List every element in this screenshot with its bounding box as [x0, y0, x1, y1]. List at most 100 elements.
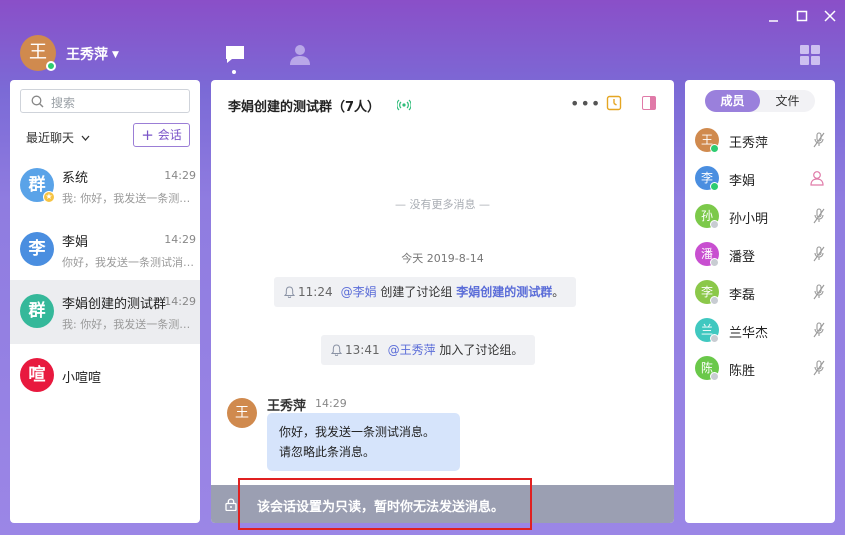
system-message-action: 加入了讨论组。: [435, 343, 524, 357]
online-status-dot: [710, 182, 719, 191]
chat-list-item[interactable]: 李 李娟 14:29 你好，我发送一条测试消息。请忽略此条消息。: [10, 218, 200, 282]
active-tab-indicator: [232, 70, 236, 74]
star-icon: ★: [43, 191, 55, 203]
no-more-messages: — 没有更多消息 —: [395, 198, 490, 211]
member-item[interactable]: 王王秀萍: [685, 122, 835, 160]
chat-avatar: 喧: [20, 358, 54, 392]
chat-avatar: 群: [20, 294, 54, 328]
recent-chats-label: 最近聊天: [26, 131, 75, 145]
lock-icon: [225, 498, 237, 511]
member-name: 李娟: [729, 174, 756, 189]
owner-icon[interactable]: [809, 170, 825, 186]
bell-icon: [284, 286, 295, 298]
close-icon[interactable]: [822, 8, 838, 24]
members-panel: 成员 文件 王王秀萍李李娟孙孙小明潘潘登李李磊兰兰华杰陈陈胜: [685, 80, 835, 523]
mic-muted-icon[interactable]: [813, 322, 825, 338]
message-line: 你好，我发送一条测试消息。: [279, 425, 436, 439]
chat-list-item-active[interactable]: 群 李娟创建的测试群 14:29 我: 你好，我发送一条测试消息。: [10, 280, 200, 344]
system-message-end: 。: [552, 285, 565, 299]
member-name: 陈胜: [729, 364, 756, 379]
message-sender: 王秀萍: [267, 399, 307, 414]
search-input[interactable]: 搜索: [20, 89, 190, 113]
history-icon[interactable]: [606, 95, 622, 111]
member-item[interactable]: 陈陈胜: [685, 350, 835, 388]
chat-name: 李娟创建的测试群: [62, 297, 166, 312]
recent-chats-filter[interactable]: 最近聊天: [26, 129, 90, 146]
member-item[interactable]: 兰兰华杰: [685, 312, 835, 350]
online-status-dot: [710, 144, 719, 153]
more-options-icon[interactable]: •••: [570, 94, 601, 113]
mic-muted-icon[interactable]: [813, 360, 825, 376]
system-message: 11:24 @李娟 创建了讨论组 李娟创建的测试群。: [274, 277, 577, 307]
date-divider: 今天 2019-8-14: [401, 252, 484, 265]
member-item[interactable]: 李李磊: [685, 274, 835, 312]
mention-link[interactable]: @李娟: [341, 285, 377, 299]
grid-icon[interactable]: [800, 45, 820, 65]
message-bubble: 你好，我发送一条测试消息。 请忽略此条消息。: [267, 413, 460, 471]
highlight-box: [238, 478, 532, 530]
bell-icon: [331, 344, 342, 356]
mention-link[interactable]: @王秀萍: [388, 343, 436, 357]
offline-status-dot: [710, 334, 719, 343]
chat-icon[interactable]: [224, 44, 246, 66]
member-name: 潘登: [729, 250, 756, 265]
chat-avatar: 李: [20, 232, 54, 266]
user-name-dropdown[interactable]: 王秀萍 ▼: [66, 44, 119, 64]
member-name: 孙小明: [729, 212, 769, 227]
chat-time: 14:29: [164, 233, 196, 246]
broadcast-icon: [397, 99, 411, 111]
member-item[interactable]: 李李娟: [685, 160, 835, 198]
user-name: 王秀萍: [66, 47, 108, 63]
system-message-action: 创建了讨论组: [376, 285, 457, 299]
chat-panel: 李娟创建的测试群（7人） ••• — 没有更多消息 — 今天 2019-8-14…: [211, 80, 674, 523]
mic-muted-icon[interactable]: [813, 132, 825, 148]
member-name: 王秀萍: [729, 136, 769, 151]
message-avatar[interactable]: 王: [227, 398, 257, 428]
chat-time: 14:29: [164, 295, 196, 308]
member-name: 兰华杰: [729, 326, 769, 341]
offline-status-dot: [710, 296, 719, 305]
plus-icon: +: [141, 126, 154, 144]
system-message-time: 13:41: [345, 343, 380, 357]
maximize-icon[interactable]: [794, 8, 810, 24]
avatar-initial: 王: [29, 42, 47, 63]
panel-tabs: 成员 文件: [705, 90, 815, 112]
minimize-icon[interactable]: [766, 8, 782, 24]
mic-muted-icon[interactable]: [813, 208, 825, 224]
chat-time: 14:29: [164, 169, 196, 182]
chat-list-panel: 搜索 最近聊天 +会话 群 ★ 系统 14:29 我: 你好，我发送一条测试消息…: [10, 80, 200, 523]
online-status-dot: [46, 61, 56, 71]
offline-status-dot: [710, 220, 719, 229]
search-placeholder: 搜索: [51, 96, 76, 110]
search-icon: [31, 95, 44, 108]
chat-preview: 你好，我发送一条测试消息。请忽略此条消息。: [62, 256, 196, 269]
member-item[interactable]: 潘潘登: [685, 236, 835, 274]
sidebar-toggle-icon[interactable]: [642, 96, 656, 110]
message-line: 请忽略此条消息。: [279, 445, 376, 459]
chevron-down-icon: [81, 135, 90, 141]
offline-status-dot: [710, 258, 719, 267]
system-message: 13:41 @王秀萍 加入了讨论组。: [321, 335, 536, 365]
member-item[interactable]: 孙孙小明: [685, 198, 835, 236]
mic-muted-icon[interactable]: [813, 284, 825, 300]
chat-title: 李娟创建的测试群（7人）: [228, 100, 381, 115]
chat-list-item[interactable]: 群 ★ 系统 14:29 我: 你好，我发送一条测试消息。: [10, 154, 200, 218]
new-chat-label: 会话: [157, 128, 182, 142]
tab-members[interactable]: 成员: [705, 90, 760, 112]
chat-list-item[interactable]: 喧 小喧喧: [10, 344, 200, 408]
group-link[interactable]: 李娟创建的测试群: [456, 285, 552, 299]
chat-name: 系统: [62, 171, 89, 186]
message-time: 14:29: [315, 397, 347, 410]
tab-files[interactable]: 文件: [760, 90, 815, 112]
caret-down-icon: ▼: [112, 50, 119, 60]
contacts-icon[interactable]: [289, 44, 311, 66]
mic-muted-icon[interactable]: [813, 246, 825, 262]
chat-name: 小喧喧: [62, 371, 102, 386]
member-name: 李磊: [729, 288, 756, 303]
chat-name: 李娟: [62, 235, 89, 250]
new-chat-button[interactable]: + 会话: [133, 123, 190, 147]
chat-preview: 我: 你好，我发送一条测试消息。: [62, 318, 196, 331]
chat-preview: 我: 你好，我发送一条测试消息。: [62, 192, 196, 205]
offline-status-dot: [710, 372, 719, 381]
system-message-time: 11:24: [298, 285, 333, 299]
